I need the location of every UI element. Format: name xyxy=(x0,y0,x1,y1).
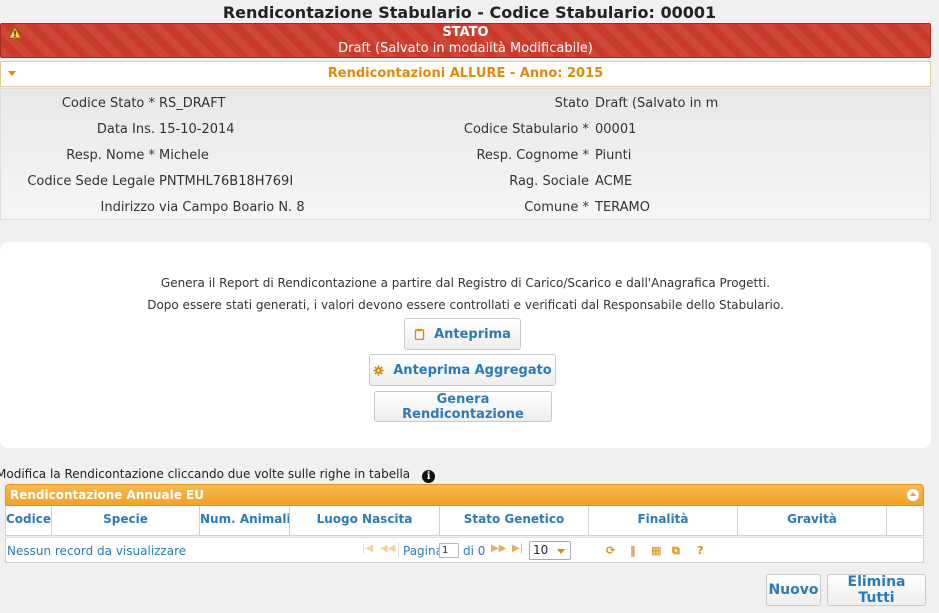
rows-per-page-select[interactable]: 10 xyxy=(529,541,571,560)
column-header-finalita[interactable]: Finalità xyxy=(589,506,738,535)
column-header-codice[interactable]: Codice xyxy=(6,506,52,535)
section-header[interactable]: Rendicontazioni ALLURE - Anno: 2015 xyxy=(0,61,931,87)
info-value: ACME xyxy=(595,174,633,189)
info-value: Michele xyxy=(159,148,209,163)
grid-title: Rendicontazione Annuale EU xyxy=(10,488,204,502)
info-label: Rag. Sociale xyxy=(509,174,589,189)
columns-icon[interactable]: ‖ xyxy=(630,544,636,557)
preview-label: Anteprima xyxy=(434,326,511,342)
empty-records-text: Nessun record da visualizzare xyxy=(7,544,187,558)
collapse-triangle-icon[interactable] xyxy=(8,71,16,76)
refresh-icon[interactable]: ⟳ xyxy=(606,544,615,557)
info-value: TERAMO xyxy=(595,200,651,215)
delete-all-label: Elimina Tutti xyxy=(847,574,906,606)
info-label: Codice Sede Legale xyxy=(27,174,155,189)
info-icon[interactable]: i xyxy=(422,470,436,483)
info-row: Data Ins. 15-10-2014 Codice Stabulario *… xyxy=(1,122,932,142)
page-total: di 0 xyxy=(463,544,486,558)
page-title: Rendicontazione Stabulario - Codice Stab… xyxy=(222,3,717,22)
info-panel: Codice Stato * RS_DRAFT Stato Draft (Sal… xyxy=(0,88,931,220)
new-label: Nuovo xyxy=(768,582,819,598)
info-value: RS_DRAFT xyxy=(159,96,226,111)
info-value: via Campo Boario N. 8 xyxy=(159,200,305,215)
pager-separator xyxy=(398,543,399,557)
info-label: Comune * xyxy=(524,200,589,215)
preview-button[interactable]: Anteprima xyxy=(404,318,521,350)
hint-text: Modifica la Rendicontazione cliccando du… xyxy=(0,467,436,483)
info-value: 00001 xyxy=(595,122,637,137)
last-page-icon[interactable]: ▶| xyxy=(512,543,523,554)
page-label: Pagina xyxy=(403,544,443,558)
column-header-gravita[interactable]: Gravità xyxy=(738,506,887,535)
info-row: Codice Sede Legale PNTMHL76B18H769I Rag.… xyxy=(1,174,932,194)
info-label: Codice Stabulario * xyxy=(463,122,589,137)
generate-report-label: Genera Rendicontazione xyxy=(402,391,524,422)
new-button[interactable]: Nuovo xyxy=(766,574,821,606)
info-label: Stato xyxy=(554,96,589,111)
info-value: Piunti xyxy=(595,148,632,163)
info-label: Resp. Nome * xyxy=(66,148,155,163)
hint-label: Modifica la Rendicontazione cliccando du… xyxy=(0,467,411,481)
info-row: Resp. Nome * Michele Resp. Cognome * Piu… xyxy=(1,148,932,168)
column-header-stato-genetico[interactable]: Stato Genetico xyxy=(440,506,589,535)
generate-panel: Genera il Report di Rendicontazione a pa… xyxy=(0,242,931,448)
page-number-input[interactable]: 1 xyxy=(439,543,459,558)
prev-page-icon[interactable]: ◀◀ xyxy=(380,543,395,554)
delete-all-button[interactable]: Elimina Tutti xyxy=(827,574,926,606)
column-header-luogo-nascita[interactable]: Luogo Nascita xyxy=(290,506,440,535)
column-header-specie[interactable]: Specie xyxy=(52,506,200,535)
status-title: STATO xyxy=(442,25,489,40)
info-value: 15-10-2014 xyxy=(159,122,235,137)
preview-aggregate-label: Anteprima Aggregato xyxy=(393,362,552,378)
export-icon[interactable]: ⧉ xyxy=(672,544,680,558)
info-label: Indirizzo xyxy=(100,200,156,215)
status-banner: STATO Draft (Salvato in modalità Modific… xyxy=(0,23,931,58)
section-title: Rendicontazioni ALLURE - Anno: 2015 xyxy=(327,66,604,81)
info-label: Resp. Cognome * xyxy=(476,148,589,163)
gear-icon xyxy=(373,364,384,376)
collapse-grid-icon[interactable] xyxy=(907,489,919,501)
clipboard-icon xyxy=(414,328,425,340)
table-icon[interactable]: ▦ xyxy=(651,544,661,557)
status-description: Draft (Salvato in modalità Modificabile) xyxy=(338,41,593,56)
preview-aggregate-button[interactable]: Anteprima Aggregato xyxy=(369,354,556,386)
warning-icon xyxy=(8,26,22,39)
info-row: Indirizzo via Campo Boario N. 8 Comune *… xyxy=(1,200,932,220)
column-header-num-animali[interactable]: Num. Animali xyxy=(200,506,290,535)
info-value: PNTMHL76B18H769I xyxy=(159,174,294,189)
grid-header: Rendicontazione Annuale EU xyxy=(5,484,924,506)
info-row: Codice Stato * RS_DRAFT Stato Draft (Sal… xyxy=(1,96,932,116)
generate-description: Genera il Report di Rendicontazione a pa… xyxy=(160,276,771,290)
first-page-icon[interactable]: |◀ xyxy=(362,543,373,554)
generate-report-button[interactable]: Genera Rendicontazione xyxy=(374,391,552,422)
info-label: Data Ins. xyxy=(96,122,155,137)
generate-note: Dopo essere stati generati, i valori dev… xyxy=(147,298,784,312)
info-value: Draft (Salvato in m xyxy=(595,96,719,111)
help-icon[interactable]: ? xyxy=(697,544,703,557)
info-label: Codice Stato * xyxy=(61,96,155,111)
next-page-icon[interactable]: ▶▶ xyxy=(491,543,506,554)
grid-column-headers: Codice Specie Num. Animali Luogo Nascita… xyxy=(5,506,924,536)
grid-pager: Nessun record da visualizzare |◀ ◀◀ Pagi… xyxy=(5,537,924,563)
